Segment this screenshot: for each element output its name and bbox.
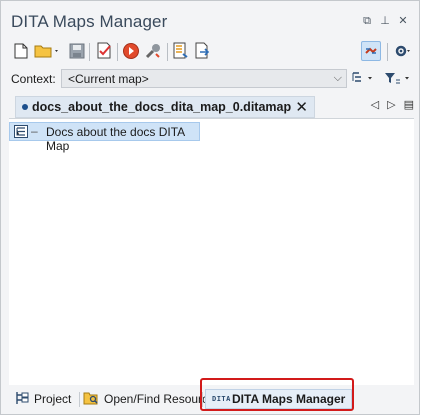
tab-separator	[202, 392, 203, 407]
open-find-icon	[83, 391, 99, 408]
validate-icon[interactable]	[95, 41, 115, 61]
close-icon[interactable]: ✕	[397, 15, 409, 27]
open-icon[interactable]	[33, 41, 61, 61]
editor-tab-row: docs_about_the_docs_dita_map_0.ditamap ✕…	[9, 96, 414, 118]
restore-icon[interactable]: ⧉	[361, 15, 373, 27]
tab-open-find-resource[interactable]: Open/Find Resource	[83, 389, 215, 409]
context-row: Context: <Current map> ⌵	[9, 69, 414, 89]
map-tab-label: docs_about_the_docs_dita_map_0.ditamap	[32, 100, 292, 114]
toolbar-separator	[117, 43, 118, 61]
collapse-dash[interactable]: –	[31, 124, 38, 138]
filter-icon[interactable]	[383, 68, 413, 88]
toolbar-separator	[387, 43, 388, 61]
dita-icon: DITA	[212, 394, 231, 403]
close-tab-icon[interactable]: ✕	[295, 98, 308, 116]
tab-next-icon[interactable]: ▷	[387, 98, 395, 111]
save-icon[interactable]	[67, 41, 87, 61]
tree-item-label: Docs about the docs DITA Map	[46, 125, 185, 153]
bottom-view-tabs: Project Open/Find Resource DITA DITA Map…	[9, 387, 414, 411]
context-label: Context:	[11, 72, 56, 86]
link-with-editor-icon[interactable]	[361, 41, 381, 61]
toolbar-separator	[167, 43, 168, 61]
tab-list-icon[interactable]: ▤	[404, 98, 414, 111]
export-map-icon[interactable]	[193, 41, 213, 61]
chevron-down-icon: ⌵	[333, 72, 342, 84]
map-tab[interactable]: docs_about_the_docs_dita_map_0.ditamap ✕	[15, 96, 315, 118]
tree-item-root-map[interactable]: – Docs about the docs DITA Map	[9, 122, 200, 153]
tab-project[interactable]: Project	[15, 389, 71, 409]
toolbar	[9, 39, 414, 65]
tab-dita-maps-manager[interactable]: DITA DITA Maps Manager	[205, 389, 353, 409]
configure-transformation-icon[interactable]	[143, 41, 163, 61]
sort-icon[interactable]	[351, 68, 377, 88]
tab-project-label: Project	[34, 392, 72, 406]
dita-maps-manager-panel: DITA Maps Manager ⧉ ⊥ ✕ Context: <Curren…	[0, 0, 420, 415]
pin-icon[interactable]: ⊥	[379, 15, 391, 27]
new-icon[interactable]	[11, 41, 31, 61]
context-value: <Current map>	[68, 72, 149, 86]
panel-titlebar: DITA Maps Manager ⧉ ⊥ ✕	[7, 9, 411, 35]
project-icon	[15, 391, 29, 408]
map-tree[interactable]: – Docs about the docs DITA Map	[9, 118, 414, 385]
tab-separator	[79, 392, 80, 407]
open-map-in-editor-icon[interactable]	[171, 41, 191, 61]
context-select[interactable]: <Current map> ⌵	[61, 69, 347, 88]
modified-dot-icon	[22, 104, 28, 110]
tab-open-find-label: Open/Find Resource	[104, 392, 215, 406]
tab-prev-icon[interactable]: ◁	[371, 98, 379, 111]
toolbar-separator	[89, 43, 90, 61]
settings-icon[interactable]	[393, 41, 413, 61]
panel-title: DITA Maps Manager	[11, 12, 168, 31]
apply-transformation-icon[interactable]	[121, 41, 141, 61]
tab-dita-maps-manager-label: DITA Maps Manager	[232, 392, 346, 406]
map-icon	[14, 125, 28, 141]
